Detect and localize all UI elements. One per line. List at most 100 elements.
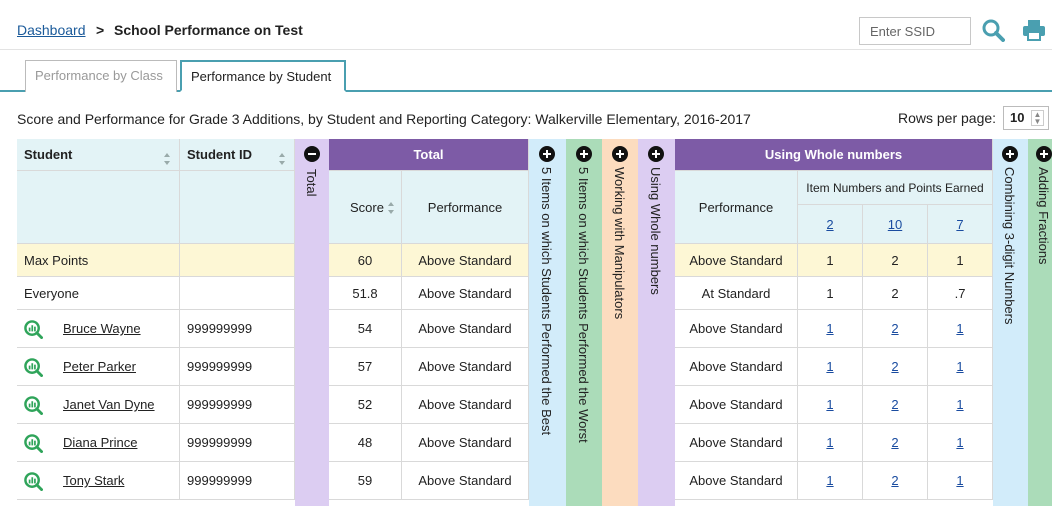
- performance-column-header: Performance: [402, 171, 529, 244]
- tab-performance-by-student[interactable]: Performance by Student: [180, 60, 346, 92]
- points-cell: 1: [798, 277, 863, 310]
- score-cell: 60: [329, 244, 402, 277]
- student-name-link[interactable]: Bruce Wayne: [63, 321, 141, 336]
- points-link[interactable]: 1: [956, 435, 963, 450]
- points-link[interactable]: 1: [956, 397, 963, 412]
- points-cell: 2: [863, 348, 928, 386]
- sort-icon: [388, 202, 394, 214]
- student-id-header-label: Student ID: [187, 147, 252, 162]
- best-items-strip: 5 Items on which Students Performed the …: [529, 139, 566, 506]
- points-cell: 2: [863, 462, 928, 500]
- student-report-icon[interactable]: [24, 395, 43, 415]
- whole-performance-cell: Above Standard: [675, 244, 798, 277]
- points-link[interactable]: 1: [826, 473, 833, 488]
- item-number-header: 2: [798, 205, 863, 244]
- points-link[interactable]: 1: [826, 321, 833, 336]
- breadcrumb-separator: >: [96, 22, 105, 38]
- student-id-cell: 999999999: [180, 310, 295, 348]
- points-link[interactable]: 1: [826, 397, 833, 412]
- points-cell: 2: [863, 244, 928, 277]
- points-link[interactable]: 1: [956, 473, 963, 488]
- search-button[interactable]: [975, 14, 1011, 46]
- student-id-cell: 999999999: [180, 462, 295, 500]
- expand-icon[interactable]: [576, 146, 592, 162]
- student-header-spacer: [17, 171, 180, 244]
- points-link[interactable]: 1: [956, 359, 963, 374]
- collapse-icon[interactable]: [304, 146, 320, 162]
- points-cell: 1: [798, 244, 863, 277]
- performance-cell: Above Standard: [402, 462, 529, 500]
- points-cell: 1: [798, 348, 863, 386]
- points-link[interactable]: 2: [891, 397, 898, 412]
- points-link[interactable]: 1: [826, 359, 833, 374]
- expand-icon[interactable]: [612, 146, 628, 162]
- score-cell: 52: [329, 386, 402, 424]
- student-name-cell: Peter Parker: [17, 348, 180, 386]
- worst-items-label: 5 Items on which Students Performed the …: [576, 167, 591, 443]
- item-link-7[interactable]: 7: [956, 217, 963, 232]
- whole-numbers-group-header: Using Whole numbers: [675, 139, 993, 171]
- item-numbers-header-label: Item Numbers and Points Earned: [806, 180, 984, 195]
- student-report-icon[interactable]: [24, 433, 43, 453]
- points-link[interactable]: 1: [826, 435, 833, 450]
- points-link[interactable]: 1: [956, 321, 963, 336]
- score-cell: 59: [329, 462, 402, 500]
- points-cell: 1: [928, 244, 993, 277]
- student-name-link[interactable]: Peter Parker: [63, 359, 136, 374]
- student-name-link[interactable]: Diana Prince: [63, 435, 137, 450]
- student-report-icon[interactable]: [24, 471, 43, 491]
- rows-per-page-label: Rows per page:: [898, 110, 997, 126]
- score-column-header[interactable]: Score: [329, 171, 402, 244]
- total-group-label: Total: [413, 147, 444, 162]
- points-link[interactable]: 2: [891, 359, 898, 374]
- points-link[interactable]: 2: [891, 321, 898, 336]
- tab-performance-by-class[interactable]: Performance by Class: [25, 60, 177, 92]
- print-button[interactable]: [1016, 14, 1052, 46]
- student-id-cell: 999999999: [180, 424, 295, 462]
- points-cell: 1: [928, 348, 993, 386]
- whole-performance-header-label: Performance: [698, 199, 774, 215]
- student-name-link[interactable]: Tony Stark: [63, 473, 124, 488]
- student-header-label: Student: [24, 147, 73, 162]
- student-name-link[interactable]: Janet Van Dyne: [63, 397, 155, 412]
- printer-icon: [1023, 20, 1045, 41]
- performance-cell: Above Standard: [402, 310, 529, 348]
- combining-strip: Combining 3-digit Numbers: [993, 139, 1028, 506]
- points-link[interactable]: 2: [891, 435, 898, 450]
- item-numbers-header: Item Numbers and Points Earned: [798, 171, 993, 205]
- points-cell: 1: [928, 424, 993, 462]
- score-cell: 51.8: [329, 277, 402, 310]
- whole-performance-cell: Above Standard: [675, 348, 798, 386]
- points-cell: 1: [798, 310, 863, 348]
- score-header-label: Score: [350, 199, 384, 215]
- performance-cell: Above Standard: [402, 424, 529, 462]
- score-cell: 54: [329, 310, 402, 348]
- expand-icon[interactable]: [1002, 146, 1018, 162]
- student-id-column-header[interactable]: Student ID: [180, 139, 295, 171]
- item-link-10[interactable]: 10: [888, 217, 902, 232]
- points-cell: 2: [863, 386, 928, 424]
- rows-per-page-select[interactable]: 10 ▲ ▼: [1003, 106, 1049, 130]
- sort-icon: [164, 153, 170, 165]
- row-label-cell: Everyone: [17, 277, 180, 310]
- student-name-cell: Tony Stark: [17, 462, 180, 500]
- item-number-header: 7: [928, 205, 993, 244]
- expand-icon[interactable]: [648, 146, 664, 162]
- points-link[interactable]: 2: [891, 473, 898, 488]
- item-link-2[interactable]: 2: [826, 217, 833, 232]
- total-vertical-label: Total: [304, 169, 319, 197]
- points-cell: 1: [928, 462, 993, 500]
- student-name-cell: Diana Prince: [17, 424, 180, 462]
- whole-numbers-strip: Using Whole numbers: [638, 139, 675, 506]
- score-cell: 48: [329, 424, 402, 462]
- ssid-search-input[interactable]: [859, 17, 971, 45]
- student-report-icon[interactable]: [24, 319, 43, 339]
- view-tabs: Performance by Class Performance by Stud…: [0, 60, 1052, 92]
- student-report-icon[interactable]: [24, 357, 43, 377]
- student-column-header[interactable]: Student: [17, 139, 180, 171]
- breadcrumb-dashboard-link[interactable]: Dashboard: [17, 22, 86, 38]
- expand-icon[interactable]: [1036, 146, 1052, 162]
- performance-cell: Above Standard: [402, 348, 529, 386]
- points-cell: 1: [798, 424, 863, 462]
- expand-icon[interactable]: [539, 146, 555, 162]
